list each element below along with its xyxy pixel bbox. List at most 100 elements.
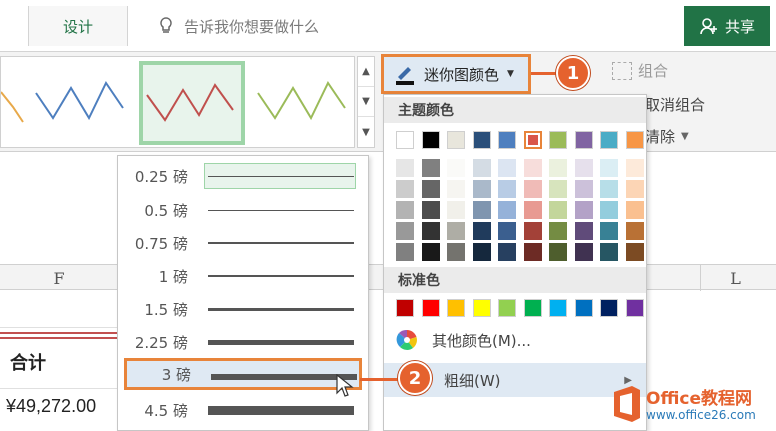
weight-option[interactable]: 4.5 磅 (118, 394, 368, 426)
tab-design[interactable]: 设计 (28, 6, 128, 46)
theme-shade-swatch[interactable] (574, 180, 593, 198)
theme-shade-swatch[interactable] (600, 201, 618, 219)
theme-shade-swatch[interactable] (549, 243, 567, 261)
weight-option[interactable]: 0.5 磅 (118, 194, 368, 226)
theme-shade-swatch[interactable] (498, 159, 516, 177)
gallery-more-button[interactable]: ▼ (358, 117, 374, 147)
theme-shade-swatch[interactable] (549, 180, 567, 198)
standard-color-swatch[interactable] (472, 299, 491, 317)
group-button[interactable]: 组合 (612, 60, 668, 81)
weight-option[interactable]: 0.75 磅 (118, 227, 368, 259)
theme-shade-swatch[interactable] (396, 180, 414, 198)
theme-shade-swatch[interactable] (600, 159, 618, 177)
theme-shade-swatch[interactable] (498, 243, 516, 261)
theme-color-swatch[interactable] (574, 131, 593, 149)
share-button[interactable]: 共享 (684, 6, 770, 46)
theme-shade-swatch[interactable] (549, 222, 567, 240)
theme-shade-swatch[interactable] (421, 222, 440, 240)
theme-color-swatch[interactable] (523, 131, 542, 149)
theme-color-swatch[interactable] (396, 131, 414, 149)
theme-color-swatch[interactable] (549, 131, 567, 149)
theme-shade-swatch[interactable] (600, 222, 618, 240)
theme-shade-swatch[interactable] (421, 180, 440, 198)
theme-shade-swatch[interactable] (574, 243, 593, 261)
gallery-up-button[interactable]: ▲ (358, 57, 374, 87)
theme-shade-swatch[interactable] (574, 201, 593, 219)
more-colors-item[interactable]: 其他颜色(M)... (384, 323, 646, 357)
theme-shade-swatch[interactable] (421, 201, 440, 219)
weight-option[interactable]: 2.25 磅 (118, 326, 368, 358)
theme-shade-swatch[interactable] (574, 159, 593, 177)
theme-shade-swatch[interactable] (447, 180, 465, 198)
theme-shade-swatch[interactable] (396, 243, 414, 261)
theme-color-swatch[interactable] (625, 131, 644, 149)
theme-shade-swatch[interactable] (421, 243, 440, 261)
theme-shade-swatch[interactable] (498, 222, 516, 240)
standard-color-swatch[interactable] (625, 299, 644, 317)
theme-shade-swatch[interactable] (447, 159, 465, 177)
theme-shade-swatch[interactable] (472, 243, 491, 261)
theme-shade-swatch[interactable] (472, 159, 491, 177)
theme-shade-swatch[interactable] (549, 201, 567, 219)
theme-shade-swatch[interactable] (625, 201, 644, 219)
gallery-down-button[interactable]: ▼ (358, 87, 374, 117)
theme-shade-swatch[interactable] (523, 159, 542, 177)
standard-color-swatch[interactable] (523, 299, 542, 317)
theme-shade-swatch[interactable] (600, 243, 618, 261)
standard-color-swatch[interactable] (421, 299, 440, 317)
theme-shade-swatch[interactable] (396, 222, 414, 240)
clear-label: 清除 (645, 128, 676, 146)
theme-shade-swatch[interactable] (523, 201, 542, 219)
weight-option[interactable]: 0.25 磅 (118, 160, 368, 192)
clear-button[interactable]: 清除 ▼ (645, 126, 689, 147)
tell-me-search[interactable]: 告诉我你想要做什么 (158, 12, 319, 40)
lightbulb-icon (160, 17, 172, 33)
style-thumb-blue[interactable] (31, 63, 131, 141)
theme-shade-swatch[interactable] (396, 201, 414, 219)
standard-color-swatch[interactable] (396, 299, 414, 317)
theme-shade-swatch[interactable] (421, 159, 440, 177)
weight-option[interactable]: 1.5 磅 (118, 293, 368, 325)
theme-shade-swatch[interactable] (625, 243, 644, 261)
theme-shade-swatch[interactable] (447, 222, 465, 240)
theme-shade-swatch[interactable] (472, 180, 491, 198)
theme-color-swatch[interactable] (447, 131, 465, 149)
column-header-F[interactable]: F (0, 265, 118, 291)
theme-color-swatch[interactable] (600, 131, 618, 149)
theme-shade-swatch[interactable] (625, 180, 644, 198)
sparkline-color-button[interactable]: 迷你图颜色 ▼ (381, 54, 531, 94)
theme-shade-swatch[interactable] (625, 222, 644, 240)
sparkline-color-label: 迷你图颜色 (424, 65, 500, 84)
theme-shade-swatch[interactable] (472, 222, 491, 240)
theme-shade-swatch[interactable] (549, 159, 567, 177)
style-thumb-red-selected[interactable] (139, 61, 245, 145)
weight-option[interactable]: 1 磅 (118, 260, 368, 292)
theme-shade-swatch[interactable] (447, 201, 465, 219)
standard-color-swatch[interactable] (600, 299, 618, 317)
standard-color-swatch[interactable] (549, 299, 567, 317)
total-value-cell[interactable]: ¥49,272.00 (6, 396, 96, 417)
theme-shade-swatch[interactable] (523, 180, 542, 198)
theme-shade-swatch[interactable] (574, 222, 593, 240)
style-thumb-partial[interactable] (1, 77, 26, 127)
theme-color-swatch[interactable] (498, 131, 516, 149)
theme-shade-swatch[interactable] (396, 159, 414, 177)
theme-shade-swatch[interactable] (523, 243, 542, 261)
theme-shade-swatch[interactable] (498, 201, 516, 219)
standard-color-swatch[interactable] (498, 299, 516, 317)
theme-shade-swatch[interactable] (600, 180, 618, 198)
theme-color-swatch[interactable] (421, 131, 440, 149)
theme-color-swatch[interactable] (472, 131, 491, 149)
standard-color-swatch[interactable] (447, 299, 465, 317)
theme-shade-swatch[interactable] (523, 222, 542, 240)
theme-shade-swatch[interactable] (472, 201, 491, 219)
theme-shade-swatch[interactable] (447, 243, 465, 261)
ungroup-button[interactable]: 取消组合 (645, 94, 705, 115)
style-thumb-green[interactable] (253, 63, 353, 141)
column-header-L[interactable]: L (700, 265, 770, 291)
theme-shade-swatch[interactable] (625, 159, 644, 177)
more-colors-label: 其他颜色(M)... (432, 331, 531, 350)
weight-option[interactable]: 3 磅 (124, 358, 362, 390)
theme-shade-swatch[interactable] (498, 180, 516, 198)
standard-color-swatch[interactable] (574, 299, 593, 317)
